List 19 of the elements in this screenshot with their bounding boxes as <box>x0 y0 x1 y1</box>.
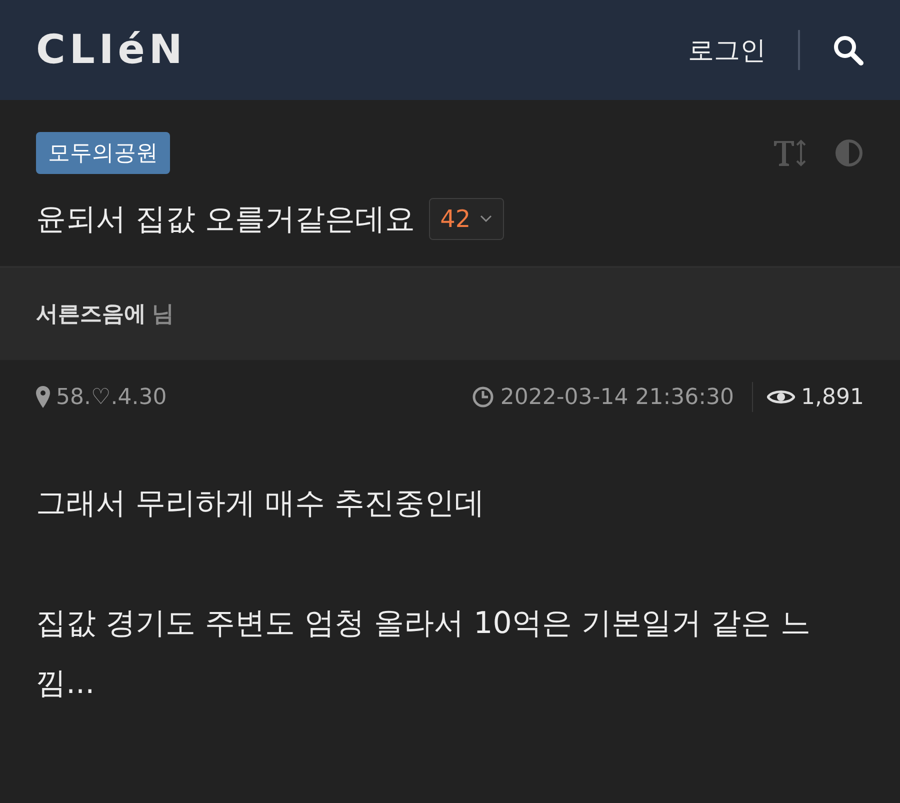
eye-icon <box>767 388 796 406</box>
chevron-down-icon <box>478 214 493 224</box>
clock-icon <box>472 386 494 408</box>
location-pin-icon <box>36 386 50 408</box>
comment-count-button[interactable]: 42 <box>429 198 504 240</box>
body-paragraph: 집값 경기도 주변도 엄청 올라서 10억은 기본일거 같은 느낌... <box>36 605 812 703</box>
font-size-icon[interactable] <box>772 137 808 169</box>
site-logo[interactable]: CLIéN <box>36 27 186 73</box>
author-nickname[interactable]: 서른즈음에 <box>36 299 146 329</box>
search-icon[interactable] <box>832 34 864 66</box>
login-link[interactable]: 로그인 <box>688 32 766 68</box>
body-paragraph: 그래서 무리하게 매수 추진중인데 <box>36 485 486 523</box>
board-tag[interactable]: 모두의공원 <box>36 132 170 174</box>
post-title: 윤되서 집값 오를거같은데요 <box>36 200 416 238</box>
post-datetime: 2022-03-14 21:36:30 <box>500 384 734 410</box>
contrast-icon[interactable] <box>834 138 864 168</box>
view-count: 1,891 <box>801 384 864 410</box>
honorific-text: 님 <box>152 301 174 329</box>
ip-address: 58.♡.4.30 <box>56 384 167 410</box>
